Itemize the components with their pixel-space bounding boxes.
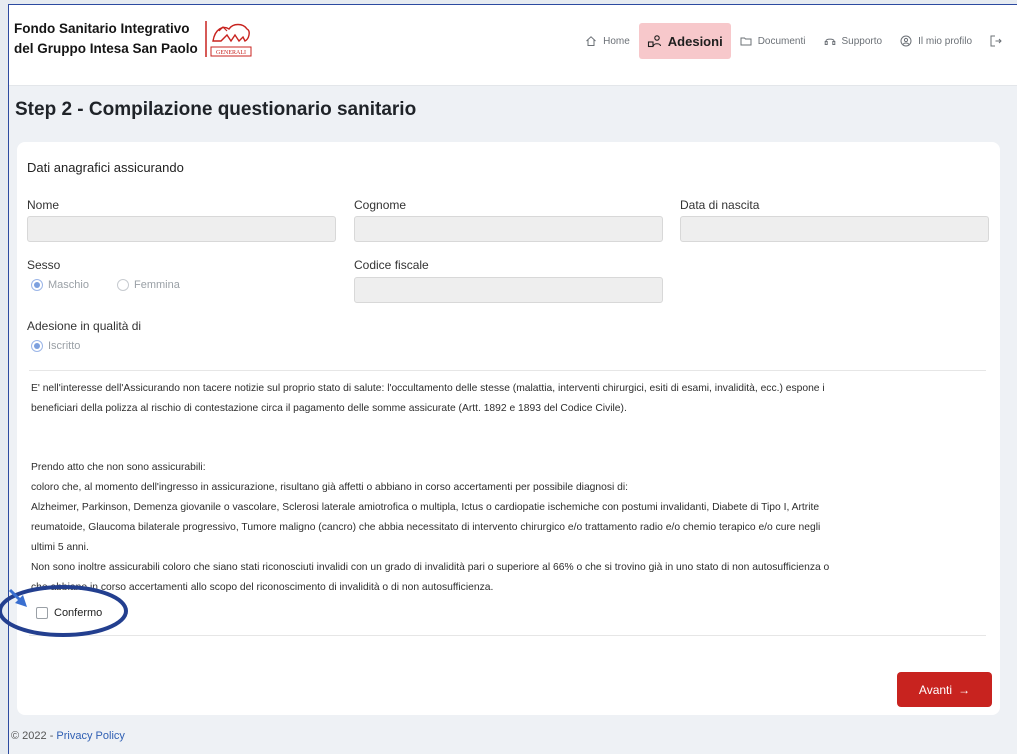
avanti-label: Avanti	[918, 682, 953, 697]
notice-line-3: Alzheimer, Parkinson, Demenza giovanile …	[31, 502, 820, 513]
codice-fiscale-label: Codice fiscale	[354, 258, 429, 272]
sesso-label: Sesso	[27, 258, 61, 272]
sesso-option-maschio: Maschio	[48, 279, 89, 291]
section-title: Dati anagrafici assicurando	[27, 160, 184, 175]
user-circle-icon	[900, 35, 912, 47]
nome-field[interactable]	[27, 216, 336, 242]
brand-line-2: del Gruppo Intesa San Paolo	[14, 41, 198, 56]
notice-line-2: coloro che, al momento dell'ingresso in …	[31, 482, 629, 493]
nav-home[interactable]: Home	[576, 23, 639, 59]
brand-line-1: Fondo Sanitario Integrativo	[14, 21, 190, 36]
generali-logo: GENERALI	[205, 21, 252, 57]
nav-profilo-label: Il mio profilo	[918, 35, 972, 47]
confirm-label: Confermo	[54, 607, 103, 619]
users-icon	[647, 34, 661, 47]
adesione-option-iscritto: Iscritto	[48, 340, 81, 352]
nav-supporto-label: Supporto	[841, 35, 883, 47]
nav-documenti-label: Documenti	[757, 35, 806, 47]
divider-bottom	[29, 635, 986, 636]
logout-icon[interactable]	[989, 34, 1003, 48]
form-card: Dati anagrafici assicurando Nome Cognome…	[17, 142, 1000, 715]
checkbox-box[interactable]	[36, 607, 48, 619]
page-title: Step 2 - Compilazione questionario sanit…	[15, 99, 417, 120]
notice-line-5: ultimi 5 anni.	[31, 542, 89, 553]
notice-line-4: reumatoide, Glaucoma bilaterale progress…	[31, 522, 821, 533]
home-icon	[586, 36, 596, 46]
adesione-radio-iscritto[interactable]: Iscritto	[31, 340, 80, 352]
arrow-right-icon: →	[958, 682, 971, 697]
disclaimer-line-2: beneficiari della polizza al rischio di …	[31, 403, 627, 414]
header-bar: Fondo Sanitario Integrativo del Gruppo I…	[9, 5, 1017, 86]
cognome-label: Cognome	[354, 198, 407, 212]
data-nascita-label: Data di nascita	[680, 198, 760, 212]
data-nascita-field[interactable]	[680, 216, 989, 242]
disclaimer-text: E' nell'interesse dell'Assicurando non t…	[31, 379, 986, 419]
codice-fiscale-field[interactable]	[354, 277, 663, 303]
privacy-policy-link[interactable]: Privacy Policy	[56, 730, 124, 742]
nav-documenti[interactable]: Documenti	[731, 23, 815, 59]
adesione-label: Adesione in qualità di	[27, 319, 142, 333]
nav-adesioni-label: Adesioni	[667, 33, 723, 49]
divider	[29, 370, 986, 371]
folder-icon	[740, 37, 752, 46]
notice-line-6: Non sono inoltre assicurabili coloro che…	[31, 562, 830, 573]
nav-supporto[interactable]: Supporto	[815, 23, 892, 59]
radio-selected-icon	[31, 279, 43, 291]
avanti-button[interactable]: Avanti →	[897, 672, 992, 707]
nav-adesioni[interactable]: Adesioni	[638, 23, 731, 59]
sesso-radio-femmina[interactable]: Femmina	[117, 279, 180, 291]
nav-profilo[interactable]: Il mio profilo	[891, 23, 981, 59]
nome-label: Nome	[27, 198, 60, 212]
sesso-option-femmina: Femmina	[134, 279, 180, 291]
confirm-checkbox[interactable]: Confermo	[36, 607, 102, 619]
main-nav: Home Adesioni Documenti Supporto Il mio …	[576, 23, 1003, 59]
radio-empty-icon	[117, 279, 129, 291]
app-frame: Fondo Sanitario Integrativo del Gruppo I…	[8, 4, 1017, 754]
nav-home-label: Home	[603, 35, 630, 47]
headset-icon	[824, 38, 835, 45]
radio-selected-icon	[31, 340, 43, 352]
footer: © 2022 - Privacy Policy	[11, 730, 125, 742]
logo-text: GENERALI	[216, 50, 246, 56]
notice-line-7: che abbiano in corso accertamenti allo s…	[31, 582, 494, 593]
notice-text: Prendo atto che non sono assicurabili: c…	[31, 458, 986, 598]
brand-name[interactable]: Fondo Sanitario Integrativo del Gruppo I…	[14, 19, 198, 59]
footer-copyright: © 2022 -	[11, 730, 57, 742]
sesso-radio-maschio[interactable]: Maschio	[31, 279, 89, 291]
notice-line-1: Prendo atto che non sono assicurabili:	[31, 462, 206, 473]
cognome-field[interactable]	[354, 216, 663, 242]
disclaimer-line-1: E' nell'interesse dell'Assicurando non t…	[31, 383, 825, 394]
